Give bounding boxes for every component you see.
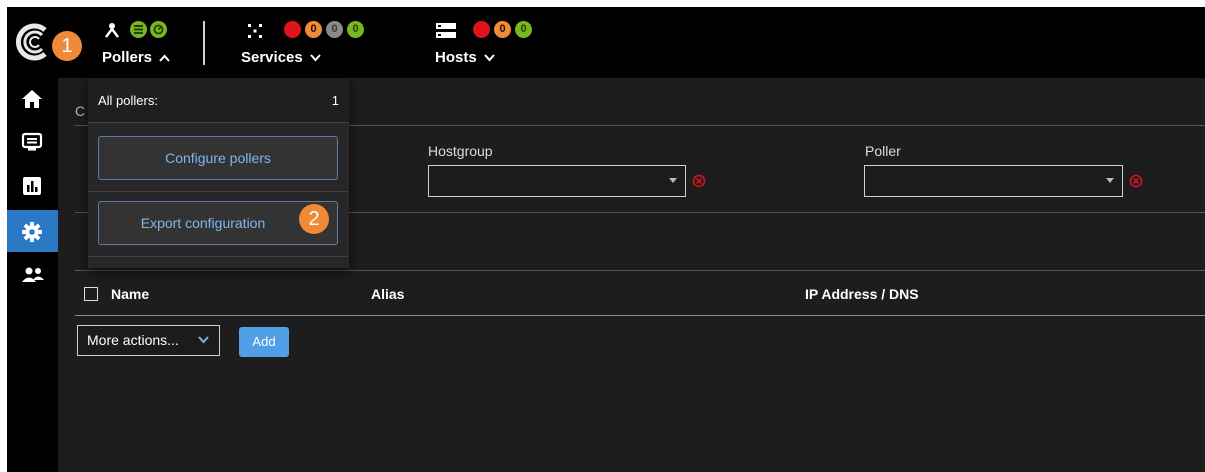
sidebar-item-reporting[interactable] (7, 165, 58, 207)
sidebar-item-monitoring[interactable] (7, 121, 58, 163)
nav-pollers[interactable]: Pollers (102, 17, 202, 77)
services-icon (245, 21, 265, 46)
poller-db-status-icon (130, 21, 147, 38)
dropdown-separator (88, 191, 349, 192)
step-badge-1: 1 (52, 31, 82, 61)
poller-latency-status-icon (150, 21, 167, 38)
poller-label: Poller (865, 143, 901, 159)
nav-services[interactable]: 0 0 0 0 Services (241, 17, 391, 77)
chevron-down-icon (198, 336, 209, 344)
pollers-count: 1 (331, 93, 339, 108)
step-badge-2: 2 (299, 204, 329, 234)
app-window: 1 Pollers 0 0 0 0 Services 0 0 0 Hosts C… (7, 7, 1205, 472)
chevron-down-icon (484, 54, 495, 62)
column-header-ip-address[interactable]: IP Address / DNS (805, 286, 919, 302)
hosts-icon (435, 21, 457, 46)
monitor-icon (21, 132, 43, 151)
nav-pollers-label: Pollers (102, 49, 153, 66)
column-header-alias[interactable]: Alias (371, 286, 404, 302)
nav-services-label: Services (241, 49, 303, 66)
sidebar-item-home[interactable] (7, 78, 58, 120)
caret-down-icon (1106, 178, 1114, 183)
sidebar (7, 78, 58, 472)
column-header-name[interactable]: Name (111, 286, 149, 302)
nav-hosts[interactable]: 0 0 0 Hosts (435, 17, 565, 77)
nav-hosts-label: Hosts (435, 49, 477, 66)
logo-icon[interactable] (13, 21, 55, 68)
poller-select[interactable] (864, 165, 1123, 197)
users-icon (22, 267, 44, 282)
poller-icon (102, 21, 122, 46)
chevron-up-icon (159, 54, 170, 62)
dropdown-header: All pollers: 1 (88, 78, 349, 123)
pollers-dropdown: All pollers: 1 Configure pollers Export … (88, 78, 349, 268)
top-bar: 1 Pollers 0 0 0 0 Services 0 0 0 Hosts (7, 7, 1205, 78)
hosts-down-count[interactable]: 0 (473, 21, 490, 38)
sidebar-item-administration[interactable] (7, 254, 58, 296)
configure-pollers-button[interactable]: Configure pollers (98, 136, 338, 180)
caret-down-icon (669, 178, 677, 183)
chevron-down-icon (310, 54, 321, 62)
table-top-border (75, 270, 1205, 271)
reporting-icon (23, 177, 41, 195)
hosts-up-count[interactable]: 0 (515, 21, 532, 38)
more-actions-label: More actions... (87, 332, 179, 348)
select-all-checkbox[interactable] (84, 287, 98, 301)
gear-icon (22, 222, 42, 242)
all-pollers-label: All pollers: (98, 93, 158, 108)
hostgroup-select[interactable] (428, 165, 686, 197)
home-icon (22, 90, 42, 108)
table-header-border (75, 315, 1205, 316)
poller-clear-icon[interactable] (1129, 174, 1143, 193)
services-critical-count[interactable]: 0 (284, 21, 301, 38)
services-ok-count[interactable]: 0 (347, 21, 364, 38)
services-warning-count[interactable]: 0 (305, 21, 322, 38)
dropdown-separator (88, 256, 349, 257)
hosts-unreachable-count[interactable]: 0 (494, 21, 511, 38)
hostgroup-label: Hostgroup (428, 143, 493, 159)
sidebar-item-configuration[interactable] (7, 210, 58, 252)
add-button[interactable]: Add (239, 327, 289, 357)
services-unknown-count[interactable]: 0 (326, 21, 343, 38)
topbar-divider (203, 21, 205, 65)
more-actions-select[interactable]: More actions... (77, 325, 220, 356)
hostgroup-clear-icon[interactable] (692, 174, 706, 193)
breadcrumb: C (75, 103, 86, 119)
